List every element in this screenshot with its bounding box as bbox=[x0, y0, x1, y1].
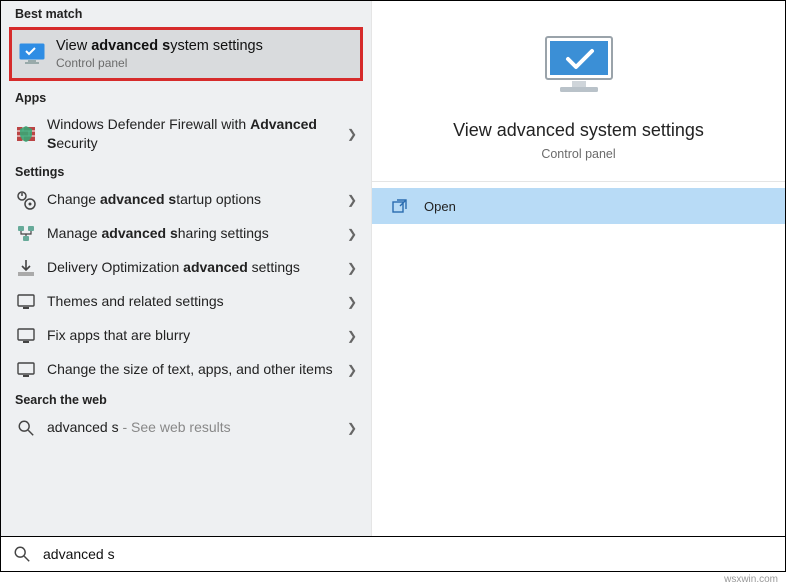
result-label: Manage advanced sharing settings bbox=[47, 224, 343, 243]
detail-hero: View advanced system settings Control pa… bbox=[372, 1, 785, 182]
search-icon bbox=[13, 545, 31, 563]
section-web: Search the web bbox=[1, 387, 371, 411]
result-delivery[interactable]: Delivery Optimization advanced settings … bbox=[1, 251, 371, 285]
chevron-right-icon[interactable]: ❯ bbox=[343, 227, 361, 241]
result-label: Themes and related settings bbox=[47, 292, 343, 311]
search-bar[interactable] bbox=[0, 536, 786, 572]
result-label: Change advanced startup options bbox=[47, 190, 343, 209]
display-icon bbox=[15, 291, 37, 313]
monitor-icon bbox=[18, 42, 46, 66]
watermark: wsxwin.com bbox=[724, 574, 778, 585]
chevron-right-icon[interactable]: ❯ bbox=[343, 329, 361, 343]
search-icon bbox=[15, 417, 37, 439]
result-textsize[interactable]: Change the size of text, apps, and other… bbox=[1, 353, 371, 387]
section-apps: Apps bbox=[1, 85, 371, 109]
result-label: Windows Defender Firewall with Advanced … bbox=[47, 115, 343, 153]
chevron-right-icon[interactable]: ❯ bbox=[343, 295, 361, 309]
result-firewall[interactable]: Windows Defender Firewall with Advanced … bbox=[1, 109, 371, 159]
results-pane: Best match View advanced system settings… bbox=[1, 1, 371, 548]
result-sharing[interactable]: Manage advanced sharing settings ❯ bbox=[1, 217, 371, 251]
result-themes[interactable]: Themes and related settings ❯ bbox=[1, 285, 371, 319]
result-label: Fix apps that are blurry bbox=[47, 326, 343, 345]
chevron-right-icon[interactable]: ❯ bbox=[343, 363, 361, 377]
section-settings: Settings bbox=[1, 159, 371, 183]
result-label: advanced s - See web results bbox=[47, 418, 343, 437]
chevron-right-icon[interactable]: ❯ bbox=[343, 261, 361, 275]
section-best-match: Best match bbox=[1, 1, 371, 25]
power-options-icon bbox=[15, 189, 37, 211]
result-blurry[interactable]: Fix apps that are blurry ❯ bbox=[1, 319, 371, 353]
chevron-right-icon[interactable]: ❯ bbox=[343, 193, 361, 207]
monitor-large-icon bbox=[536, 31, 622, 106]
detail-subtitle: Control panel bbox=[392, 147, 765, 161]
chevron-right-icon[interactable]: ❯ bbox=[343, 421, 361, 435]
open-label: Open bbox=[424, 199, 456, 214]
chevron-right-icon[interactable]: ❯ bbox=[343, 127, 361, 141]
detail-title: View advanced system settings bbox=[392, 120, 765, 141]
display-icon bbox=[15, 325, 37, 347]
result-label: Delivery Optimization advanced settings bbox=[47, 258, 343, 277]
result-label: Change the size of text, apps, and other… bbox=[47, 360, 343, 379]
best-match-result[interactable]: View advanced system settings Control pa… bbox=[9, 27, 363, 81]
best-match-label: View advanced system settings Control pa… bbox=[56, 38, 263, 70]
download-icon bbox=[15, 257, 37, 279]
search-panel: Best match View advanced system settings… bbox=[0, 0, 786, 549]
result-startup[interactable]: Change advanced startup options ❯ bbox=[1, 183, 371, 217]
network-icon bbox=[15, 223, 37, 245]
detail-pane: View advanced system settings Control pa… bbox=[371, 1, 785, 548]
firewall-icon bbox=[15, 123, 37, 145]
search-input[interactable] bbox=[43, 546, 773, 562]
display-icon bbox=[15, 359, 37, 381]
result-web[interactable]: advanced s - See web results ❯ bbox=[1, 411, 371, 445]
open-icon bbox=[390, 198, 410, 214]
open-action[interactable]: Open bbox=[372, 188, 785, 224]
